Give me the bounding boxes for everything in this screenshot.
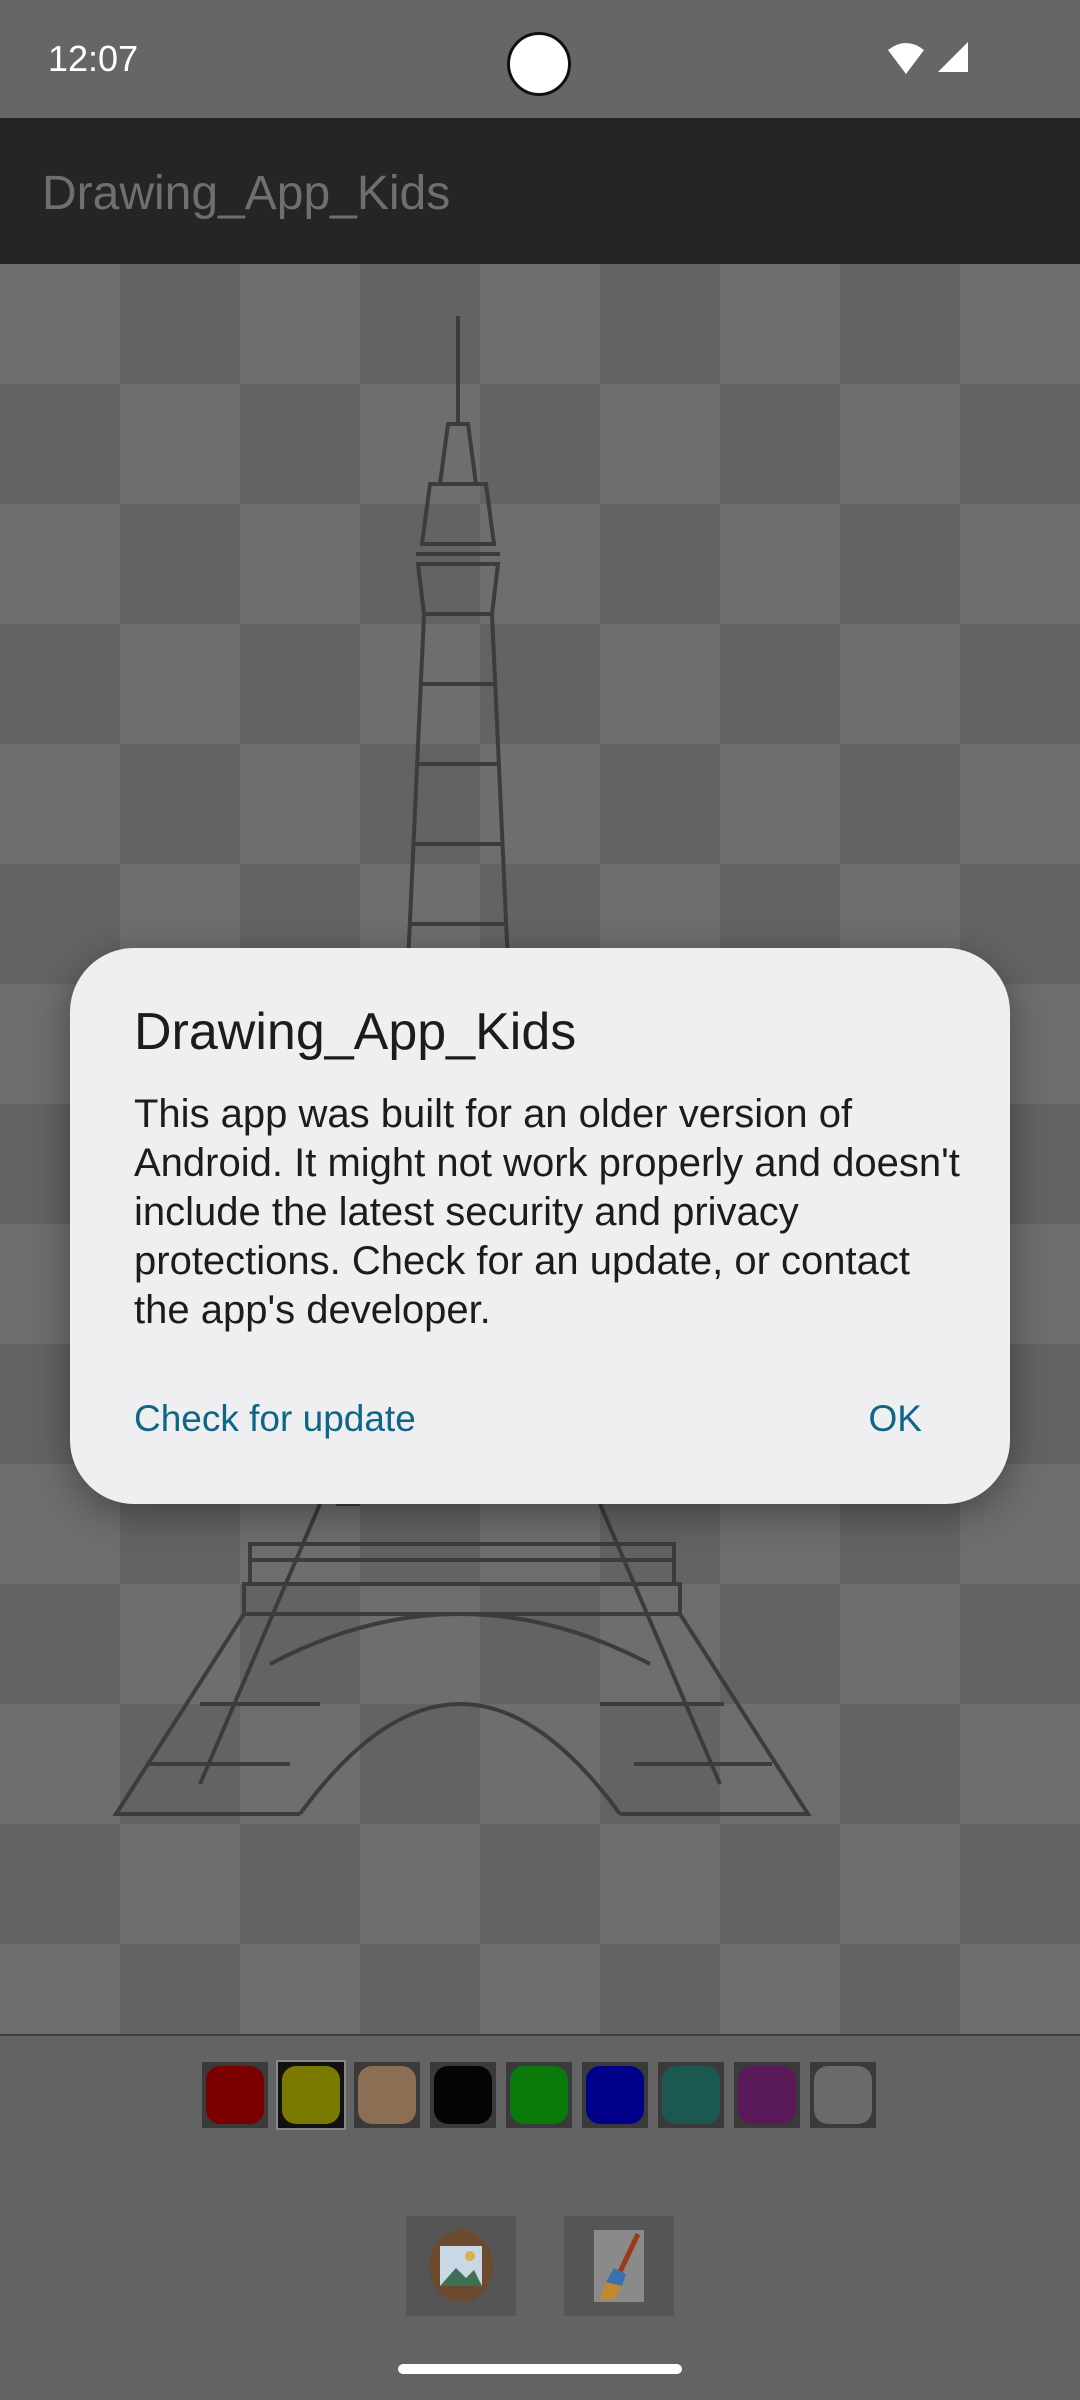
color-swatch-white[interactable]	[810, 2062, 876, 2128]
wifi-icon	[888, 43, 924, 74]
color-swatch-purple[interactable]	[734, 2062, 800, 2128]
status-time: 12:07	[48, 38, 139, 79]
cellular-signal-icon	[938, 42, 968, 72]
image-gallery-icon	[429, 2230, 493, 2302]
paint-brush-icon	[594, 2230, 644, 2302]
app-bar: Drawing_App_Kids	[0, 118, 1080, 264]
color-swatch-blue[interactable]	[582, 2062, 648, 2128]
brush-button[interactable]	[564, 2216, 674, 2316]
color-dot	[510, 2066, 568, 2124]
color-dot	[434, 2066, 492, 2124]
dialog-title: Drawing_App_Kids	[134, 1003, 577, 1061]
color-dot	[586, 2066, 644, 2124]
check-for-update-button[interactable]: Check for update	[134, 1398, 416, 1440]
color-swatch-yellow[interactable]	[276, 2060, 346, 2130]
color-dot	[662, 2066, 720, 2124]
home-indicator[interactable]	[398, 2364, 682, 2374]
color-swatch-teal[interactable]	[658, 2062, 724, 2128]
ok-button[interactable]: OK	[869, 1398, 922, 1440]
status-icons	[886, 40, 970, 76]
dialog-message: This app was built for an older version …	[134, 1092, 960, 1332]
color-swatch-black[interactable]	[430, 2062, 496, 2128]
color-swatch-green[interactable]	[506, 2062, 572, 2128]
color-dot	[358, 2066, 416, 2124]
compatibility-dialog: Drawing_App_Kids This app was built for …	[70, 948, 1010, 1504]
camera-cutout	[507, 32, 571, 96]
gallery-button[interactable]	[406, 2216, 516, 2316]
color-dot	[206, 2066, 264, 2124]
color-dot	[738, 2066, 796, 2124]
color-swatch-red[interactable]	[202, 2062, 268, 2128]
app-title: Drawing_App_Kids	[42, 167, 451, 220]
color-palette	[202, 2060, 876, 2130]
color-swatch-tan[interactable]	[354, 2062, 420, 2128]
color-dot	[814, 2066, 872, 2124]
color-dot	[282, 2066, 340, 2124]
status-bar: 12:07	[0, 0, 1080, 118]
